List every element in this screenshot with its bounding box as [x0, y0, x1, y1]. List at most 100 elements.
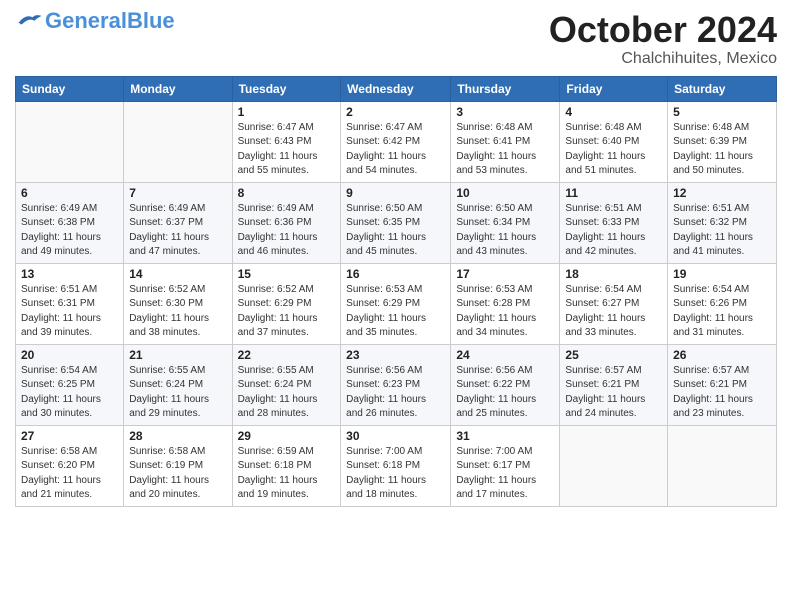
day-number: 22: [238, 348, 336, 362]
day-info: Sunrise: 6:54 AM Sunset: 6:26 PM Dayligh…: [673, 283, 771, 341]
calendar-day-cell: 16 Sunrise: 6:53 AM Sunset: 6:29 PM Dayli…: [341, 263, 451, 344]
calendar-day-cell: 7 Sunrise: 6:49 AM Sunset: 6:37 PM Daylig…: [124, 182, 232, 263]
day-info: Sunrise: 6:49 AM Sunset: 6:36 PM Dayligh…: [238, 202, 336, 260]
day-info: Sunrise: 6:49 AM Sunset: 6:37 PM Dayligh…: [129, 202, 226, 260]
calendar-day-cell: 10Sunrise: 6:50 AM Sunset: 6:34 PM Dayli…: [451, 182, 560, 263]
day-number: 11: [565, 186, 662, 200]
calendar-day-cell: 21 Sunrise: 6:55 AM Sunset: 6:24 PM Dayli…: [124, 344, 232, 425]
calendar-day-cell: 12Sunrise: 6:51 AM Sunset: 6:32 PM Dayli…: [668, 182, 777, 263]
calendar-day-cell: 6Sunrise: 6:49 AM Sunset: 6:38 PM Daylig…: [16, 182, 124, 263]
day-info: Sunrise: 6:51 AM Sunset: 6:32 PM Dayligh…: [673, 202, 771, 260]
calendar-day-cell: 24 Sunrise: 6:56 AM Sunset: 6:22 PM Dayli…: [451, 344, 560, 425]
logo-bird-icon: [15, 10, 43, 28]
calendar-table: SundayMondayTuesdayWednesdayThursdayFrid…: [15, 76, 777, 507]
day-number: 30: [346, 429, 445, 443]
day-number: 7: [129, 186, 226, 200]
day-number: 24: [456, 348, 554, 362]
calendar-week-row: 13Sunrise: 6:51 AM Sunset: 6:31 PM Dayli…: [16, 263, 777, 344]
day-number: 16: [346, 267, 445, 281]
calendar-day-cell: 19 Sunrise: 6:54 AM Sunset: 6:26 PM Dayli…: [668, 263, 777, 344]
calendar-day-cell: 25 Sunrise: 6:57 AM Sunset: 6:21 PM Dayli…: [560, 344, 668, 425]
calendar-day-header: Tuesday: [232, 76, 341, 101]
calendar-day-header: Friday: [560, 76, 668, 101]
calendar-day-cell: [16, 101, 124, 182]
calendar-day-cell: 9 Sunrise: 6:50 AM Sunset: 6:35 PM Daylig…: [341, 182, 451, 263]
day-number: 1: [238, 105, 336, 119]
day-info: Sunrise: 6:49 AM Sunset: 6:38 PM Dayligh…: [21, 202, 118, 260]
day-info: Sunrise: 6:56 AM Sunset: 6:22 PM Dayligh…: [456, 364, 554, 422]
location: Chalchihuites, Mexico: [549, 50, 777, 68]
calendar-week-row: 20 Sunrise: 6:54 AM Sunset: 6:25 PM Dayli…: [16, 344, 777, 425]
day-info: Sunrise: 6:57 AM Sunset: 6:21 PM Dayligh…: [565, 364, 662, 422]
month-title: October 2024: [549, 10, 777, 50]
calendar-day-cell: 5Sunrise: 6:48 AM Sunset: 6:39 PM Daylig…: [668, 101, 777, 182]
calendar-header: SundayMondayTuesdayWednesdayThursdayFrid…: [16, 76, 777, 101]
day-number: 28: [129, 429, 226, 443]
calendar-day-header: Sunday: [16, 76, 124, 101]
day-info: Sunrise: 6:53 AM Sunset: 6:28 PM Dayligh…: [456, 283, 554, 341]
logo: GeneralBlue: [15, 10, 175, 32]
day-info: Sunrise: 6:57 AM Sunset: 6:21 PM Dayligh…: [673, 364, 771, 422]
day-number: 10: [456, 186, 554, 200]
day-info: Sunrise: 6:53 AM Sunset: 6:29 PM Dayligh…: [346, 283, 445, 341]
logo-text: GeneralBlue: [45, 10, 175, 32]
day-info: Sunrise: 6:47 AM Sunset: 6:43 PM Dayligh…: [238, 121, 336, 179]
day-number: 2: [346, 105, 445, 119]
calendar-day-cell: 31Sunrise: 7:00 AM Sunset: 6:17 PM Dayli…: [451, 425, 560, 506]
day-info: Sunrise: 7:00 AM Sunset: 6:18 PM Dayligh…: [346, 445, 445, 503]
calendar-day-cell: [560, 425, 668, 506]
calendar-day-cell: 8 Sunrise: 6:49 AM Sunset: 6:36 PM Daylig…: [232, 182, 341, 263]
calendar-week-row: 27 Sunrise: 6:58 AM Sunset: 6:20 PM Dayli…: [16, 425, 777, 506]
day-info: Sunrise: 6:52 AM Sunset: 6:29 PM Dayligh…: [238, 283, 336, 341]
day-info: Sunrise: 6:51 AM Sunset: 6:33 PM Dayligh…: [565, 202, 662, 260]
calendar-header-row: SundayMondayTuesdayWednesdayThursdayFrid…: [16, 76, 777, 101]
day-number: 5: [673, 105, 771, 119]
calendar-day-cell: 11 Sunrise: 6:51 AM Sunset: 6:33 PM Dayli…: [560, 182, 668, 263]
calendar-day-cell: 1 Sunrise: 6:47 AM Sunset: 6:43 PM Daylig…: [232, 101, 341, 182]
calendar-day-cell: 17 Sunrise: 6:53 AM Sunset: 6:28 PM Dayli…: [451, 263, 560, 344]
day-info: Sunrise: 6:58 AM Sunset: 6:20 PM Dayligh…: [21, 445, 118, 503]
calendar-day-cell: 14Sunrise: 6:52 AM Sunset: 6:30 PM Dayli…: [124, 263, 232, 344]
calendar-day-cell: 23Sunrise: 6:56 AM Sunset: 6:23 PM Dayli…: [341, 344, 451, 425]
day-number: 20: [21, 348, 118, 362]
day-info: Sunrise: 6:47 AM Sunset: 6:42 PM Dayligh…: [346, 121, 445, 179]
day-number: 13: [21, 267, 118, 281]
calendar-day-cell: 27 Sunrise: 6:58 AM Sunset: 6:20 PM Dayli…: [16, 425, 124, 506]
day-info: Sunrise: 6:48 AM Sunset: 6:41 PM Dayligh…: [456, 121, 554, 179]
day-info: Sunrise: 6:55 AM Sunset: 6:24 PM Dayligh…: [238, 364, 336, 422]
calendar-day-cell: 2 Sunrise: 6:47 AM Sunset: 6:42 PM Daylig…: [341, 101, 451, 182]
day-number: 19: [673, 267, 771, 281]
day-number: 18: [565, 267, 662, 281]
day-number: 17: [456, 267, 554, 281]
day-number: 3: [456, 105, 554, 119]
day-number: 26: [673, 348, 771, 362]
day-number: 9: [346, 186, 445, 200]
logo-general: General: [45, 8, 127, 33]
day-number: 31: [456, 429, 554, 443]
calendar-day-cell: 29Sunrise: 6:59 AM Sunset: 6:18 PM Dayli…: [232, 425, 341, 506]
calendar-day-cell: 30 Sunrise: 7:00 AM Sunset: 6:18 PM Dayli…: [341, 425, 451, 506]
day-number: 23: [346, 348, 445, 362]
day-number: 21: [129, 348, 226, 362]
day-info: Sunrise: 6:54 AM Sunset: 6:25 PM Dayligh…: [21, 364, 118, 422]
calendar-day-cell: 28 Sunrise: 6:58 AM Sunset: 6:19 PM Dayli…: [124, 425, 232, 506]
calendar-day-cell: 4Sunrise: 6:48 AM Sunset: 6:40 PM Daylig…: [560, 101, 668, 182]
day-number: 8: [238, 186, 336, 200]
calendar-week-row: 1 Sunrise: 6:47 AM Sunset: 6:43 PM Daylig…: [16, 101, 777, 182]
day-info: Sunrise: 6:50 AM Sunset: 6:35 PM Dayligh…: [346, 202, 445, 260]
day-info: Sunrise: 6:55 AM Sunset: 6:24 PM Dayligh…: [129, 364, 226, 422]
day-number: 14: [129, 267, 226, 281]
day-info: Sunrise: 6:58 AM Sunset: 6:19 PM Dayligh…: [129, 445, 226, 503]
calendar-day-cell: [668, 425, 777, 506]
calendar-day-cell: 26 Sunrise: 6:57 AM Sunset: 6:21 PM Dayli…: [668, 344, 777, 425]
day-number: 29: [238, 429, 336, 443]
calendar-day-cell: [124, 101, 232, 182]
day-number: 27: [21, 429, 118, 443]
calendar-day-cell: 15Sunrise: 6:52 AM Sunset: 6:29 PM Dayli…: [232, 263, 341, 344]
page-header: GeneralBlue October 2024 Chalchihuites, …: [15, 10, 777, 68]
day-info: Sunrise: 6:48 AM Sunset: 6:40 PM Dayligh…: [565, 121, 662, 179]
day-number: 25: [565, 348, 662, 362]
calendar-day-cell: 3 Sunrise: 6:48 AM Sunset: 6:41 PM Daylig…: [451, 101, 560, 182]
calendar-day-cell: 20 Sunrise: 6:54 AM Sunset: 6:25 PM Dayli…: [16, 344, 124, 425]
page-container: GeneralBlue October 2024 Chalchihuites, …: [0, 0, 792, 512]
